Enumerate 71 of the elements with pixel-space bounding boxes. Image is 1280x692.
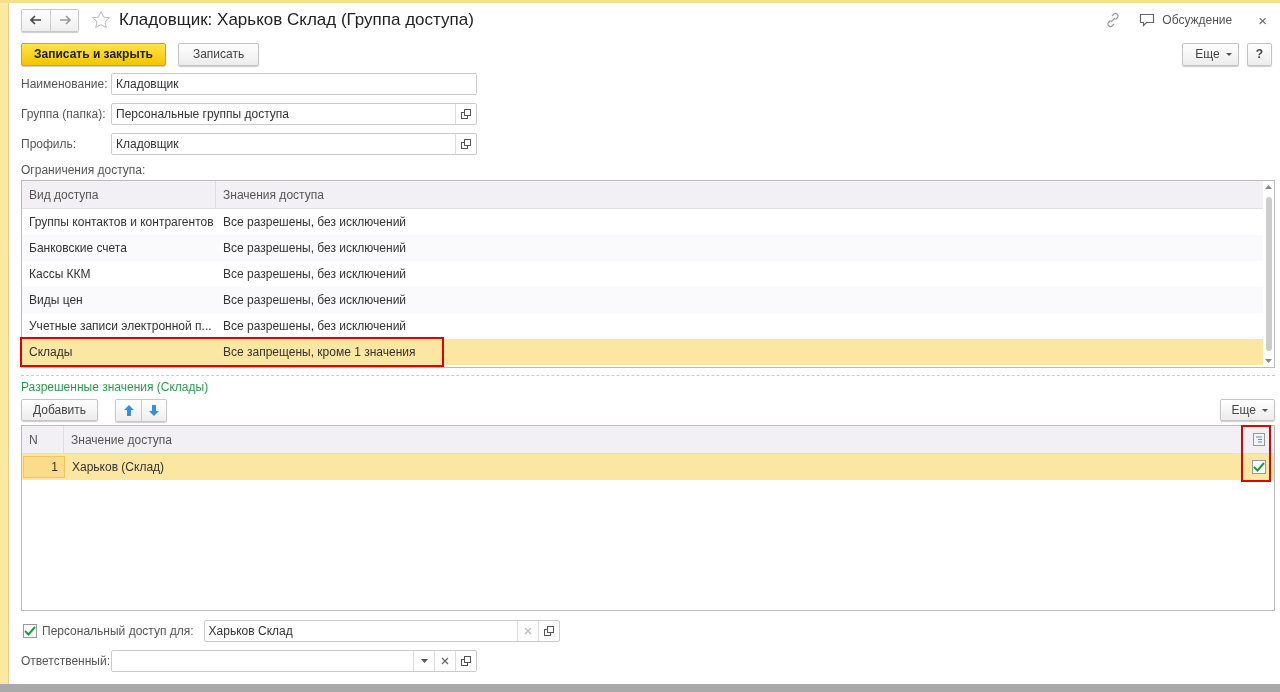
column-header[interactable]: Вид доступа <box>22 181 216 208</box>
table-cell-text: Банковские счета <box>28 241 128 255</box>
up-arrow-icon <box>123 404 134 416</box>
table-cell-text: Все разрешены, без исключений <box>222 215 408 229</box>
table-row[interactable]: Склады Все запрещены, кроме 1 значения <box>22 339 1263 365</box>
text-field[interactable]: Персональные группы доступа <box>111 103 477 125</box>
speech-bubble-icon <box>1139 13 1156 27</box>
table-cell-text: Учетные записи электронной п... <box>28 319 213 333</box>
table-cell-text: Склады <box>28 345 74 359</box>
field-label: Наименование: <box>21 77 109 91</box>
table-row[interactable]: Учетные записи электронной п... Все разрешены, без исключений <box>22 313 1263 339</box>
table-row[interactable]: Виды цен Все разрешены, без исключений <box>22 287 1263 313</box>
document-icon <box>1253 433 1265 446</box>
table-cell-text: Все разрешены, без исключений <box>222 267 408 281</box>
table-cell-text: Все разрешены, без исключений <box>222 241 408 255</box>
save-button[interactable]: Записать <box>177 42 260 66</box>
caret-icon <box>1225 52 1232 56</box>
table-cell-text: Виды цен <box>28 293 84 307</box>
caret-icon <box>420 659 428 663</box>
clear-icon <box>523 627 532 635</box>
back-arrow-icon <box>30 15 42 25</box>
checkbox-label: Персональный доступ для: <box>42 624 194 638</box>
save-and-close-button[interactable]: Записать и закрыть <box>21 42 166 66</box>
scroll-up-icon <box>1265 185 1272 189</box>
help-button[interactable]: ? <box>1246 42 1272 66</box>
back-button[interactable] <box>22 9 50 31</box>
more-button[interactable]: Еще <box>1182 42 1239 66</box>
checkbox[interactable] <box>1252 460 1266 474</box>
text-field[interactable]: Харьков Склад <box>203 620 560 642</box>
column-header[interactable]: Значения доступа <box>216 181 1263 208</box>
field-label: Группа (папка): <box>21 107 107 121</box>
more-button[interactable]: Еще <box>1219 399 1275 421</box>
text-field[interactable]: Кладовщик <box>111 73 477 95</box>
table-cell-text: Харьков (Склад) <box>71 460 166 474</box>
down-arrow-icon <box>149 404 160 416</box>
text-field[interactable]: Кладовщик <box>111 133 477 155</box>
table-row[interactable]: 1 Харьков (Склад) <box>22 454 1274 480</box>
table-cell-text: Все запрещены, кроме 1 значения <box>222 345 417 359</box>
section-title: Разрешенные значения (Склады) <box>21 380 210 394</box>
open-window-icon <box>461 109 471 119</box>
table-row[interactable]: Группы контактов и контрагентов Все разрешены, без исключений <box>22 209 1263 235</box>
table-cell-text: Все разрешены, без исключений <box>222 293 408 307</box>
table-cell-text: Все разрешены, без исключений <box>222 319 408 333</box>
field-label: Профиль: <box>21 137 78 151</box>
table-row[interactable]: Кассы ККМ Все разрешены, без исключений <box>22 261 1263 287</box>
link-icon[interactable] <box>1105 12 1122 28</box>
forward-arrow-icon <box>58 15 71 25</box>
add-button[interactable]: Добавить <box>21 399 99 421</box>
window-title: Кладовщик: Харьков Склад (Группа доступа) <box>119 10 474 30</box>
table-row[interactable]: Банковские счета Все разрешены, без исключений <box>22 235 1263 261</box>
table-cell-text: Кассы ККМ <box>28 267 92 281</box>
caret-icon <box>1262 408 1268 412</box>
move-up-button[interactable] <box>116 399 142 421</box>
discussion-button[interactable]: Обсуждение <box>1135 13 1237 27</box>
close-button[interactable]: × <box>1256 11 1269 29</box>
field-label: Ответственный: <box>21 654 111 668</box>
star-icon[interactable] <box>91 10 111 30</box>
forward-button[interactable] <box>50 9 78 31</box>
table-cell: 1 <box>23 456 65 478</box>
open-window-icon <box>461 139 471 149</box>
column-header[interactable]: Значение доступа <box>64 426 1244 453</box>
column-header[interactable]: N <box>22 426 64 453</box>
checkbox[interactable] <box>23 624 37 638</box>
open-window-icon <box>543 626 554 636</box>
table-cell-text: Группы контактов и контрагентов <box>28 215 215 229</box>
move-down-button[interactable] <box>141 399 167 421</box>
open-window-icon <box>461 656 471 666</box>
scroll-down-icon <box>1265 359 1272 363</box>
clear-icon <box>441 657 449 665</box>
section-label: Ограничения доступа: <box>21 163 147 177</box>
text-field[interactable] <box>111 650 477 672</box>
